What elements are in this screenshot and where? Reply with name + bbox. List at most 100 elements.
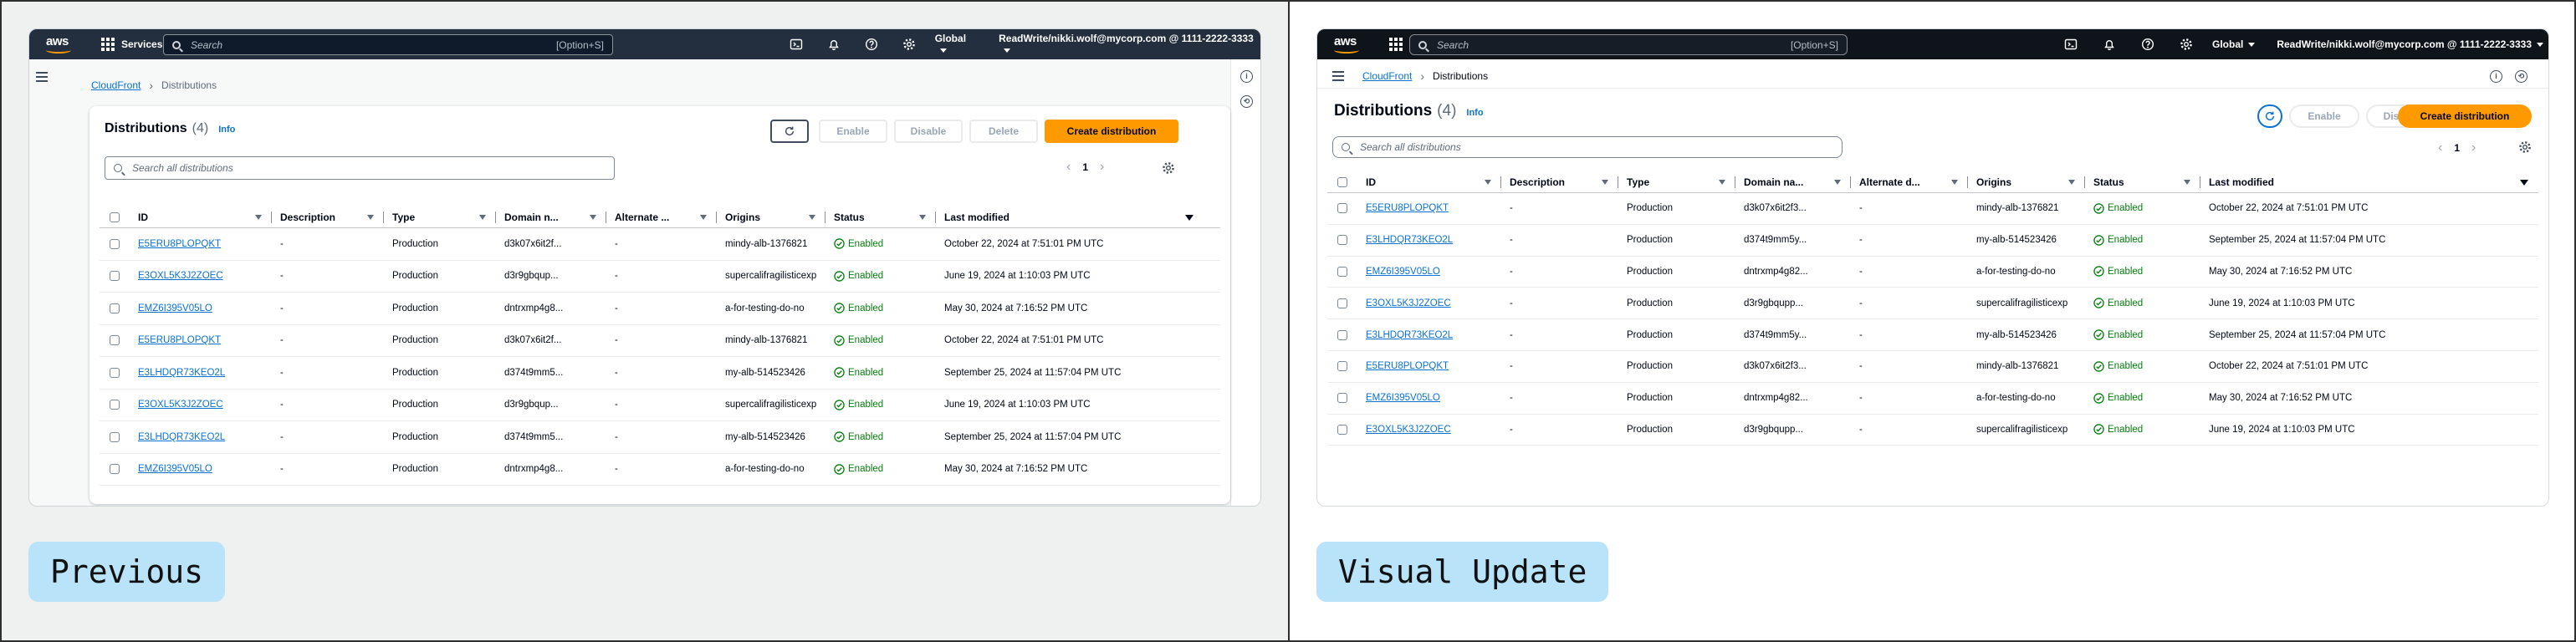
table-preferences-gear-icon[interactable] bbox=[1162, 161, 1175, 175]
table-row[interactable]: E5ERU8PLOPQKT - Production d3k07x6it2f3... -… bbox=[1327, 193, 2538, 225]
distribution-id-link[interactable]: E5ERU8PLOPQKT bbox=[1366, 203, 1449, 213]
aws-logo[interactable]: aws bbox=[43, 33, 76, 55]
distribution-search-input[interactable]: Search all distributions bbox=[105, 156, 615, 180]
column-header-alternate-domain-names[interactable]: Alternate d... bbox=[1851, 171, 1968, 193]
enable-button[interactable]: Enable bbox=[2289, 104, 2359, 128]
column-header-status[interactable]: Status bbox=[2085, 171, 2200, 193]
distribution-id-link[interactable]: E3LHDQR73KEO2L bbox=[1366, 330, 1453, 340]
checkbox[interactable] bbox=[110, 367, 120, 378]
column-header-last-modified[interactable]: Last modified bbox=[936, 206, 1204, 228]
checkbox[interactable] bbox=[1337, 393, 1347, 404]
info-link[interactable]: Info bbox=[218, 125, 235, 135]
region-selector[interactable]: Global bbox=[935, 33, 977, 56]
row-checkbox[interactable] bbox=[100, 271, 130, 282]
checkbox[interactable] bbox=[110, 303, 120, 313]
info-link[interactable]: Info bbox=[1466, 108, 1483, 118]
checkbox[interactable] bbox=[1337, 266, 1347, 277]
checkbox[interactable] bbox=[110, 335, 120, 346]
previous-page-icon[interactable]: ‹ bbox=[1066, 160, 1071, 175]
current-page-number[interactable]: 1 bbox=[1082, 161, 1088, 173]
row-checkbox[interactable] bbox=[100, 367, 130, 378]
checkbox[interactable] bbox=[1337, 298, 1347, 308]
delete-button[interactable]: Delete bbox=[969, 120, 1038, 143]
checkbox[interactable] bbox=[110, 271, 120, 282]
checkbox[interactable] bbox=[1337, 329, 1347, 340]
account-menu[interactable]: ReadWrite/nikki.wolf@mycorp.com @ 1111-2… bbox=[999, 33, 1260, 56]
distribution-id-link[interactable]: EMZ6I395V05LO bbox=[138, 464, 212, 474]
column-header-last-modified[interactable]: Last modified bbox=[2200, 171, 2538, 193]
row-checkbox[interactable] bbox=[100, 464, 130, 475]
global-search-input[interactable]: Search [Option+S] bbox=[163, 34, 613, 55]
table-row[interactable]: E3OXL5K3J2ZOEC - Production d3r9gbqupp... - s… bbox=[1327, 288, 2538, 320]
help-icon[interactable] bbox=[2129, 38, 2167, 51]
settings-gear-icon[interactable] bbox=[2167, 38, 2205, 51]
row-checkbox[interactable] bbox=[100, 431, 130, 442]
row-checkbox[interactable] bbox=[1327, 424, 1357, 435]
account-menu[interactable]: ReadWrite/nikki.wolf@mycorp.com @ 1111-2… bbox=[2277, 38, 2543, 50]
column-header-origins[interactable]: Origins bbox=[1968, 171, 2085, 193]
checkbox[interactable] bbox=[1337, 361, 1347, 372]
distribution-id-link[interactable]: E3LHDQR73KEO2L bbox=[138, 368, 225, 378]
create-distribution-button[interactable]: Create distribution bbox=[1045, 120, 1178, 143]
row-checkbox[interactable] bbox=[1327, 298, 1357, 308]
checkbox[interactable] bbox=[1337, 235, 1347, 246]
column-header-id[interactable]: ID bbox=[1357, 171, 1501, 193]
enable-button[interactable]: Enable bbox=[819, 120, 887, 143]
row-checkbox[interactable] bbox=[1327, 235, 1357, 246]
notifications-bell-icon[interactable] bbox=[2090, 38, 2129, 51]
distribution-id-link[interactable]: E3LHDQR73KEO2L bbox=[1366, 235, 1453, 245]
row-checkbox[interactable] bbox=[100, 400, 130, 410]
notifications-bell-icon[interactable] bbox=[815, 38, 852, 51]
distribution-id-link[interactable]: E3OXL5K3J2ZOEC bbox=[138, 271, 223, 281]
table-row[interactable]: EMZ6I395V05LO - Production dntrxmp4g8... - a-… bbox=[100, 293, 1220, 325]
history-panel-icon[interactable]: ⟲ bbox=[2515, 70, 2527, 83]
table-row[interactable]: E5ERU8PLOPQKT - Production d3k07x6it2f3... -… bbox=[1327, 351, 2538, 383]
table-row[interactable]: E3OXL5K3J2ZOEC - Production d3r9gbqup... - su… bbox=[100, 390, 1220, 421]
distribution-id-link[interactable]: E3OXL5K3J2ZOEC bbox=[1366, 425, 1451, 435]
column-header-description[interactable]: Description bbox=[1501, 171, 1618, 193]
row-checkbox[interactable] bbox=[100, 303, 130, 313]
select-all-checkbox[interactable] bbox=[100, 206, 130, 228]
cloudshell-icon[interactable] bbox=[2052, 38, 2090, 51]
table-row[interactable]: E5ERU8PLOPQKT - Production d3k07x6it2f... - m… bbox=[100, 228, 1220, 261]
distribution-id-link[interactable]: E3OXL5K3J2ZOEC bbox=[1366, 298, 1451, 308]
distribution-search-input[interactable]: Search all distributions bbox=[1332, 136, 1843, 158]
distribution-id-link[interactable]: E3OXL5K3J2ZOEC bbox=[138, 400, 223, 410]
settings-gear-icon[interactable] bbox=[891, 38, 928, 51]
table-row[interactable]: E3LHDQR73KEO2L - Production d374t9mm5... - my… bbox=[100, 421, 1220, 454]
table-row[interactable]: E3LHDQR73KEO2L - Production d374t9mm5y... - m… bbox=[1327, 319, 2538, 351]
distribution-id-link[interactable]: E5ERU8PLOPQKT bbox=[138, 335, 221, 345]
next-page-icon[interactable]: › bbox=[2471, 140, 2476, 155]
checkbox[interactable] bbox=[1337, 424, 1347, 435]
current-page-number[interactable]: 1 bbox=[2454, 142, 2460, 154]
checkbox[interactable] bbox=[1337, 203, 1347, 214]
global-search-input[interactable]: Search [Option+S] bbox=[1409, 34, 1848, 55]
column-header-domain-name[interactable]: Domain na... bbox=[1735, 171, 1851, 193]
distribution-id-link[interactable]: E3LHDQR73KEO2L bbox=[138, 432, 225, 442]
cloudshell-icon[interactable] bbox=[777, 38, 815, 51]
table-row[interactable]: E5ERU8PLOPQKT - Production d3k07x6it2f... - m… bbox=[100, 325, 1220, 357]
checkbox[interactable] bbox=[1337, 176, 1347, 187]
checkbox[interactable] bbox=[110, 431, 120, 442]
create-distribution-button[interactable]: Create distribution bbox=[2398, 104, 2532, 128]
row-checkbox[interactable] bbox=[1327, 393, 1357, 404]
column-header-domain-name[interactable]: Domain n... bbox=[496, 206, 606, 228]
region-selector[interactable]: Global bbox=[2212, 38, 2256, 50]
services-grid-icon[interactable] bbox=[1389, 38, 1403, 51]
table-row[interactable]: EMZ6I395V05LO - Production dntrxmp4g82... - a… bbox=[1327, 257, 2538, 288]
table-row[interactable]: E3OXL5K3J2ZOEC - Production d3r9gbqupp... - s… bbox=[1327, 415, 2538, 446]
row-checkbox[interactable] bbox=[1327, 203, 1357, 214]
hamburger-menu-icon[interactable] bbox=[1332, 71, 1344, 81]
column-header-status[interactable]: Status bbox=[825, 206, 936, 228]
previous-page-icon[interactable]: ‹ bbox=[2438, 140, 2442, 155]
table-row[interactable]: E3LHDQR73KEO2L - Production d374t9mm5... - my… bbox=[100, 357, 1220, 390]
info-panel-icon[interactable]: i bbox=[2490, 70, 2502, 83]
distribution-id-link[interactable]: E5ERU8PLOPQKT bbox=[1366, 361, 1449, 371]
select-all-checkbox[interactable] bbox=[1327, 171, 1357, 193]
row-checkbox[interactable] bbox=[1327, 361, 1357, 372]
table-row[interactable]: E3OXL5K3J2ZOEC - Production d3r9gbqup... - su… bbox=[100, 261, 1220, 293]
services-grid-icon[interactable] bbox=[101, 38, 115, 51]
row-checkbox[interactable] bbox=[1327, 266, 1357, 277]
row-checkbox[interactable] bbox=[100, 335, 130, 346]
table-row[interactable]: E3LHDQR73KEO2L - Production d374t9mm5y... - m… bbox=[1327, 225, 2538, 257]
